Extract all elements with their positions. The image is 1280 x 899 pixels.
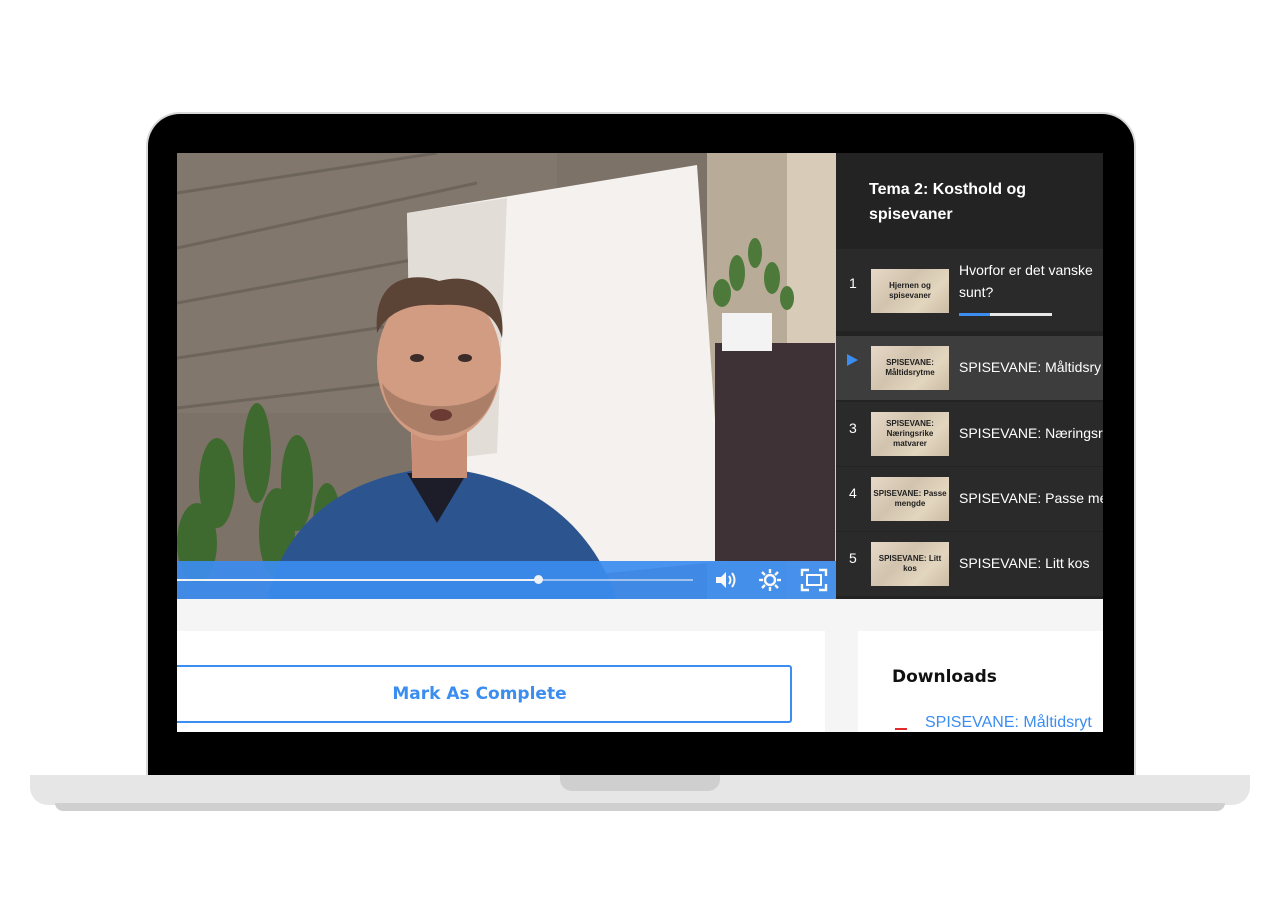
player-controls <box>177 561 836 599</box>
playlist-item-number: 3 <box>849 420 857 436</box>
playlist-item-progress <box>959 313 990 316</box>
playlist-item-thumbnail: SPISEVANE: Måltidsrytme <box>871 346 949 390</box>
seek-bar-progress <box>177 579 539 581</box>
video-frame-image <box>177 153 836 599</box>
seek-handle[interactable] <box>534 575 544 584</box>
play-icon <box>847 354 858 366</box>
laptop-base-shadow <box>55 803 1225 811</box>
playlist-item-title: SPISEVANE: Litt kos <box>959 555 1090 571</box>
playlist-item-thumbnail: SPISEVANE: Næringsrike matvarer <box>871 412 949 456</box>
playlist-item-number: 5 <box>849 550 857 566</box>
playlist-item-number: 1 <box>849 275 857 291</box>
mark-complete-button[interactable]: Mark As Complete <box>177 665 792 723</box>
playlist-item-title: Hvorfor er det vanske sunt? <box>959 262 1093 300</box>
playlist-item-1[interactable]: 1 Hjernen og spisevaner Hvorfor er det v… <box>836 249 1103 331</box>
playlist-item-3[interactable]: 3 SPISEVANE: Næringsrike matvarer SPISEV… <box>836 402 1103 466</box>
downloads-title: Downloads <box>892 667 997 687</box>
playlist-item-title: SPISEVANE: Passe me <box>959 490 1103 506</box>
playlist-item-2[interactable]: SPISEVANE: Måltidsrytme SPISEVANE: Målti… <box>836 336 1103 400</box>
playlist-item-thumbnail: Hjernen og spisevaner <box>871 269 949 313</box>
laptop-notch <box>560 775 720 791</box>
playlist-item-title: SPISEVANE: Måltidsry <box>959 359 1102 375</box>
playlist-title: Tema 2: Kosthold og spisevaner <box>869 181 1027 223</box>
playlist-item-5[interactable]: 5 SPISEVANE: Litt kos SPISEVANE: Litt ko… <box>836 532 1103 596</box>
playlist-item-thumbnail: SPISEVANE: Passe mengde <box>871 477 949 521</box>
playlist-item-thumbnail: SPISEVANE: Litt kos <box>871 542 949 586</box>
fullscreen-icon[interactable] <box>800 567 828 593</box>
gear-icon[interactable] <box>757 567 783 593</box>
video-player[interactable] <box>177 153 836 599</box>
playlist-item-4[interactable]: 4 SPISEVANE: Passe mengde SPISEVANE: Pas… <box>836 467 1103 531</box>
volume-icon[interactable] <box>713 567 739 593</box>
download-link[interactable]: SPISEVANE: Måltidsryt <box>925 714 1092 732</box>
screen: Tema 2: Kosthold og spisevaner 1 Hjernen… <box>177 153 1103 732</box>
playlist-item-title: SPISEVANE: Næringsri <box>959 425 1103 441</box>
playlist-panel: Tema 2: Kosthold og spisevaner 1 Hjernen… <box>836 153 1103 599</box>
pdf-icon <box>895 728 907 732</box>
playlist-item-number: 4 <box>849 485 857 501</box>
